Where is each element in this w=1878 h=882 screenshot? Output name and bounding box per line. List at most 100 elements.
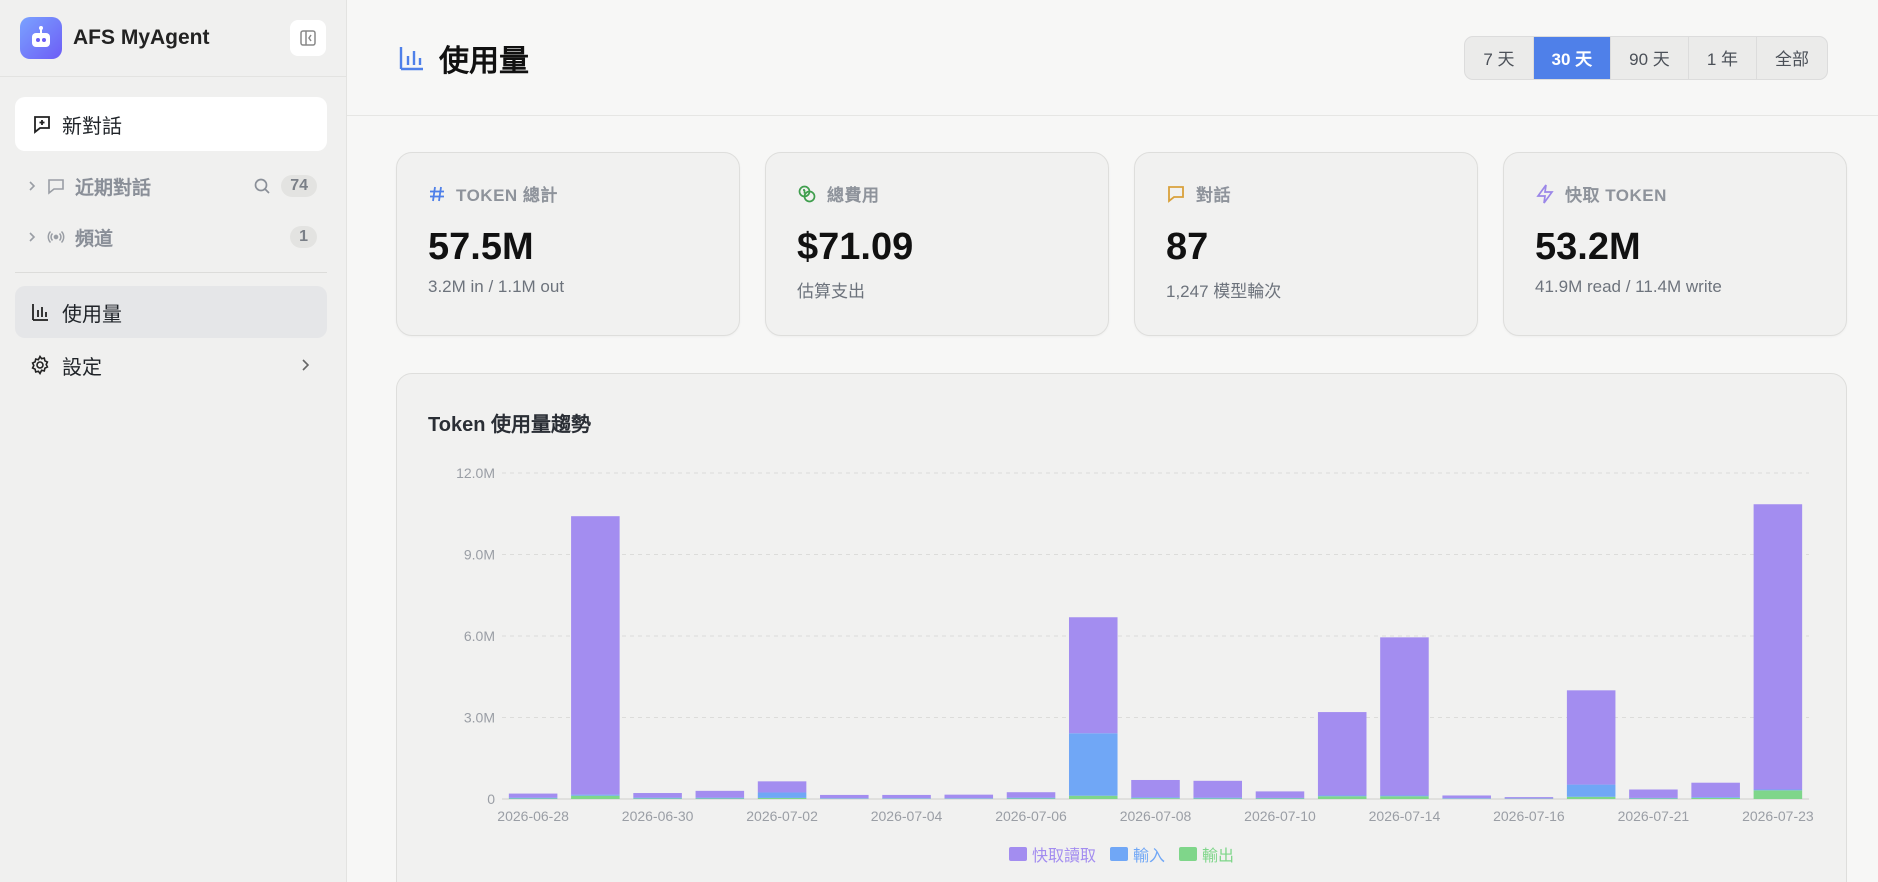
bar-segment	[1442, 795, 1491, 799]
stat-label: 總費用	[827, 186, 880, 205]
page-header: 使用量 7 天 30 天 90 天 1 年 全部	[347, 0, 1878, 116]
bar-segment	[882, 798, 931, 799]
bar-segment	[1442, 798, 1491, 799]
bar-segment	[757, 797, 807, 799]
stat-value: 57.5M	[428, 226, 534, 268]
bar-segment	[633, 798, 682, 799]
range-1y-button[interactable]: 1 年	[1687, 36, 1756, 79]
bar-segment	[757, 792, 807, 798]
y-tick-label: 3.0M	[464, 710, 495, 726]
legend-swatch	[1109, 847, 1128, 861]
stat-value: 87	[1166, 226, 1209, 268]
recent-chats-section[interactable]: 近期對話 74	[15, 166, 327, 206]
x-tick-label: 2026-07-04	[871, 808, 943, 824]
y-tick-label: 0	[487, 791, 495, 807]
gear-icon	[31, 355, 49, 375]
bar-segment	[1068, 733, 1118, 796]
bar-segment	[571, 795, 620, 799]
bar-segment	[1504, 797, 1554, 799]
channels-section[interactable]: 頻道 1	[15, 217, 327, 257]
message-icon	[48, 179, 64, 195]
x-tick-label: 2026-07-10	[1244, 808, 1316, 824]
bar-segment	[1691, 797, 1740, 799]
bar-segment	[1068, 795, 1118, 799]
y-tick-label: 9.0M	[464, 547, 495, 563]
stat-card-total-cost: 總費用 $71.09 估算支出	[765, 152, 1109, 336]
bar-segment	[1629, 797, 1678, 799]
robot-logo-icon	[20, 17, 62, 59]
bar-segment	[508, 797, 558, 799]
time-range-selector: 7 天 30 天 90 天 1 年 全部	[1464, 35, 1828, 80]
stat-subtext: 估算支出	[797, 282, 865, 301]
range-all-button[interactable]: 全部	[1756, 36, 1827, 79]
stat-subtext: 3.2M in / 1.1M out	[428, 277, 565, 296]
bar-segment	[571, 794, 620, 796]
sidebar-collapse-icon	[300, 30, 316, 46]
bar-segment	[1753, 504, 1803, 790]
brand-bar: AFS MyAgent	[0, 0, 346, 77]
bar-segment	[820, 798, 869, 799]
range-90d-button[interactable]: 90 天	[1610, 36, 1688, 79]
chart-legend: 快取讀取 輸入 輸出	[397, 842, 1846, 866]
bar-segment	[633, 793, 682, 798]
bar-segment	[695, 790, 745, 798]
bar-segment	[1255, 798, 1305, 799]
bar-segment	[1380, 637, 1429, 796]
recent-chats-count: 74	[281, 175, 317, 197]
x-tick-label: 2026-06-28	[497, 808, 569, 824]
lightning-icon	[1536, 184, 1554, 203]
bar-segment	[1193, 797, 1243, 799]
range-7d-button[interactable]: 7 天	[1465, 37, 1532, 79]
bar-segment	[1131, 779, 1180, 798]
bar-segment	[1380, 796, 1429, 799]
sidebar-item-label: 設定	[62, 356, 102, 379]
sidebar-item-settings[interactable]: 設定	[15, 339, 327, 391]
new-chat-button[interactable]: 新對話	[15, 97, 327, 151]
bar-segment	[508, 793, 558, 798]
x-tick-label: 2026-07-06	[995, 808, 1067, 824]
stat-label: TOKEN 總計	[456, 186, 558, 205]
bar-segment	[508, 798, 558, 799]
bar-segment	[1255, 791, 1305, 798]
channels-count: 1	[290, 226, 317, 248]
legend-item[interactable]: 輸入	[1109, 842, 1165, 866]
chevron-right-icon	[29, 181, 36, 191]
x-tick-label: 2026-07-23	[1742, 808, 1814, 824]
range-30d-button[interactable]: 30 天	[1532, 36, 1611, 79]
bar-segment	[1006, 792, 1056, 798]
bar-segment	[1131, 797, 1180, 799]
bar-segment	[1006, 798, 1056, 799]
bar-segment	[571, 516, 620, 795]
x-tick-label: 2026-07-21	[1618, 808, 1690, 824]
stat-value: $71.09	[797, 226, 914, 268]
legend-item[interactable]: 輸出	[1179, 842, 1234, 866]
bar-segment	[820, 794, 869, 799]
legend-label: 快取讀取	[1031, 848, 1096, 865]
bar-segment	[1006, 797, 1056, 799]
bar-segment	[1317, 712, 1367, 796]
search-icon[interactable]	[253, 177, 271, 195]
x-tick-label: 2026-07-02	[746, 808, 818, 824]
x-tick-label: 2026-07-16	[1493, 808, 1565, 824]
bar-segment	[757, 781, 807, 793]
bar-segment	[1629, 798, 1678, 799]
stat-label: 對話	[1196, 186, 1231, 205]
page-title: 使用量	[439, 44, 529, 78]
sidebar-divider	[15, 272, 327, 273]
chevron-right-icon	[302, 359, 310, 371]
stat-cards: TOKEN 總計 57.5M 3.2M in / 1.1M out 總費用 $7…	[396, 152, 1847, 336]
legend-item[interactable]: 快取讀取	[1008, 842, 1096, 866]
stat-card-cache-tokens: 快取 TOKEN 53.2M 41.9M read / 11.4M write	[1503, 152, 1847, 336]
new-chat-label: 新對話	[62, 115, 122, 138]
main-content: 使用量 7 天 30 天 90 天 1 年 全部 TOKEN 總計 57.5M …	[347, 0, 1878, 882]
stat-card-total-tokens: TOKEN 總計 57.5M 3.2M in / 1.1M out	[396, 152, 740, 336]
x-tick-label: 2026-07-14	[1369, 808, 1441, 824]
collapse-sidebar-button[interactable]	[290, 20, 326, 56]
stat-label: 快取 TOKEN	[1565, 186, 1667, 205]
bar-segment	[1691, 797, 1740, 798]
channels-label: 頻道	[75, 228, 114, 250]
bar-segment	[1629, 789, 1678, 798]
token-usage-chart: 12.0M 9.0M 6.0M 3.0M 02026-06-28 2026-06-30 20…	[456, 465, 1814, 824]
sidebar: AFS MyAgent 新對話 近期對話 74 頻道 1 使用量 設定	[0, 0, 347, 882]
sidebar-item-usage[interactable]: 使用量	[15, 286, 327, 338]
